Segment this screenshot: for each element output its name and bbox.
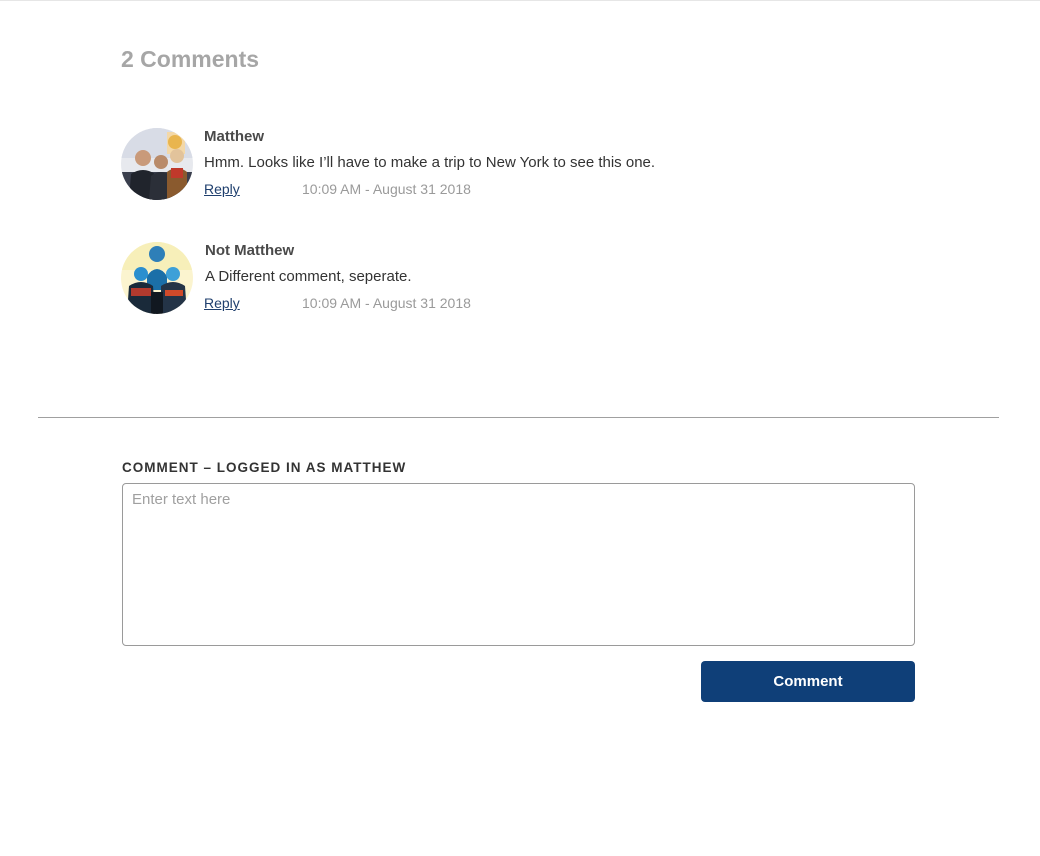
comment-timestamp: 10:09 AM - August 31 2018 xyxy=(302,181,471,197)
section-divider xyxy=(38,417,999,418)
comment-text: A Different comment, seperate. xyxy=(205,268,412,285)
user-photo-avatar-icon xyxy=(121,128,193,200)
comments-count-heading: 2 Comments xyxy=(121,46,260,72)
top-rule xyxy=(0,0,1040,1)
comment-author: Matthew xyxy=(204,128,264,145)
comment-text: Hmm. Looks like I’ll have to make a trip… xyxy=(204,154,656,171)
comment-item: Matthew Hmm. Looks like I’ll have to mak… xyxy=(121,126,921,202)
user-photo-avatar-icon xyxy=(121,242,193,314)
submit-comment-button[interactable]: Comment xyxy=(701,661,915,702)
comment-author: Not Matthew xyxy=(205,242,295,259)
avatar xyxy=(121,242,193,314)
reply-link[interactable]: Reply xyxy=(204,179,240,199)
comment-form-label: COMMENT – LOGGED IN AS MATTHEW xyxy=(122,460,407,475)
reply-link[interactable]: Reply xyxy=(204,293,240,313)
comment-item: Not Matthew A Different comment, seperat… xyxy=(121,240,921,316)
avatar xyxy=(121,128,193,200)
comment-timestamp: 10:09 AM - August 31 2018 xyxy=(302,295,471,311)
comment-input[interactable] xyxy=(122,483,915,646)
